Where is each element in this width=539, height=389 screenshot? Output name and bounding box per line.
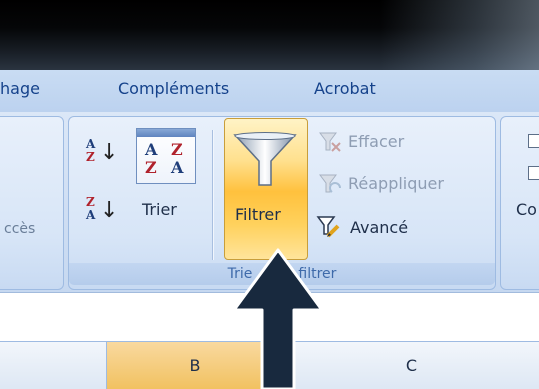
tab-acrobat[interactable]: Acrobat	[314, 79, 376, 98]
sort-z-to-a-button[interactable]: Z A ↓	[82, 196, 119, 232]
trier-letter: A	[171, 158, 184, 177]
group-separator	[212, 130, 213, 260]
funnel-icon	[233, 132, 297, 186]
sort-down-arrow-icon: ↓	[100, 140, 119, 165]
tab-complements[interactable]: Compléments	[118, 79, 229, 98]
reapply-filter-label[interactable]: Réappliquer	[348, 174, 444, 193]
right-group-icon	[528, 166, 539, 180]
filter-label: Filtrer	[235, 205, 281, 224]
sort-za-bottom-letter: A	[86, 208, 96, 222]
excel-window: hage Compléments Acrobat Trie filtrer ccè…	[0, 0, 539, 389]
trier-label[interactable]: Trier	[142, 200, 177, 219]
title-bar	[0, 0, 539, 70]
clear-filter-label[interactable]: Effacer	[348, 132, 404, 151]
sort-dialog-icon-header	[137, 129, 195, 137]
trier-letter: Z	[145, 158, 157, 177]
left-group-label: ccès	[4, 221, 36, 237]
sort-down-arrow-icon: ↓	[100, 198, 119, 223]
sort-z-to-a-icon: Z A	[86, 196, 95, 222]
sort-dialog-icon[interactable]: A Z Z A	[136, 128, 196, 184]
right-group-label: Co	[516, 200, 537, 219]
advanced-filter-icon	[316, 216, 340, 238]
reapply-filter-icon	[319, 174, 341, 193]
ribbon-tabs: hage Compléments Acrobat	[0, 70, 539, 113]
pointer-arrow-icon	[232, 248, 324, 389]
clear-filter-icon	[319, 132, 341, 152]
filter-button[interactable]: Filtrer	[224, 118, 308, 260]
sort-az-bottom-letter: Z	[86, 150, 95, 164]
trier-letter: A	[145, 140, 158, 159]
tab-affichage[interactable]: hage	[0, 79, 40, 98]
ribbon-group-left	[0, 116, 64, 290]
column-header-a[interactable]	[0, 342, 107, 389]
trier-letter: Z	[171, 140, 183, 159]
sort-a-to-z-button[interactable]: A Z ↓	[82, 138, 119, 174]
advanced-filter-label[interactable]: Avancé	[350, 218, 408, 237]
sort-a-to-z-icon: A Z	[86, 138, 95, 164]
right-group-icon	[528, 134, 539, 148]
